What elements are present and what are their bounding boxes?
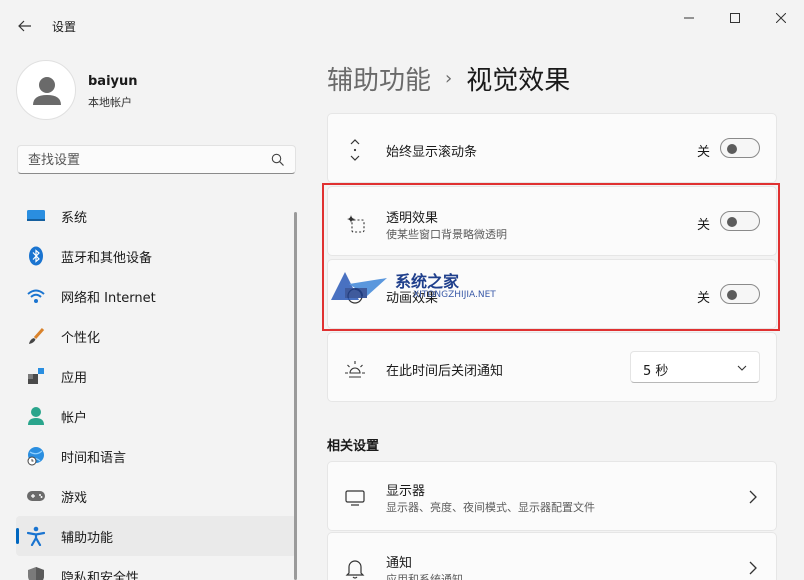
animation-toggle[interactable] xyxy=(720,284,760,304)
person-icon xyxy=(26,406,46,426)
sidebar-item-personalization[interactable]: 个性化 xyxy=(16,316,296,356)
related-item-notifications[interactable]: 通知 应用和系统通知 xyxy=(327,532,777,580)
watermark-url: XITONGZHIJIA.NET xyxy=(413,290,496,300)
setting-title: 透明效果 xyxy=(386,211,439,226)
related-item-display[interactable]: 显示器 显示器、亮度、夜间模式、显示器配置文件 xyxy=(327,461,777,531)
watermark: 系统之家 XITONGZHIJIA.NET xyxy=(327,266,497,306)
sidebar-item-bluetooth[interactable]: 蓝牙和其他设备 xyxy=(16,236,296,276)
sidebar-item-label: 游戏 xyxy=(61,490,88,506)
search-icon[interactable] xyxy=(271,153,285,167)
maximize-button[interactable] xyxy=(712,0,758,36)
sidebar-item-apps[interactable]: 应用 xyxy=(16,356,296,396)
transparency-toggle[interactable] xyxy=(720,211,760,231)
setting-card-scrollbars: 始终显示滚动条 关 xyxy=(327,113,777,183)
minimize-icon xyxy=(684,17,694,19)
breadcrumb: 辅助功能 › 视觉效果 xyxy=(327,60,570,96)
notification-timeout-dropdown[interactable]: 5 秒 xyxy=(630,351,760,383)
account-type: 本地帐户 xyxy=(88,96,132,109)
toggle-knob xyxy=(727,144,737,154)
scrollbar-arrows-icon xyxy=(344,139,366,161)
bell-icon xyxy=(344,558,366,580)
toggle-state-label: 关 xyxy=(696,218,710,233)
related-settings-header: 相关设置 xyxy=(327,439,380,454)
minimize-button[interactable] xyxy=(666,0,712,36)
toggle-state-label: 关 xyxy=(696,145,710,160)
sidebar-item-label: 个性化 xyxy=(61,330,101,346)
sidebar-item-accessibility[interactable]: 辅助功能 xyxy=(16,516,296,556)
bluetooth-icon xyxy=(26,246,46,266)
wifi-icon xyxy=(26,286,46,306)
sidebar-item-privacy[interactable]: 隐私和安全性 xyxy=(16,556,296,580)
window-controls xyxy=(666,0,804,36)
scrollbars-toggle[interactable] xyxy=(720,138,760,158)
sidebar-item-label: 蓝牙和其他设备 xyxy=(61,250,153,266)
sidebar-item-label: 应用 xyxy=(61,370,88,386)
sidebar-item-label: 隐私和安全性 xyxy=(61,570,140,580)
chevron-down-icon xyxy=(737,365,747,371)
watermark-text: 系统之家 xyxy=(395,272,460,291)
dropdown-value: 5 秒 xyxy=(643,364,669,379)
gamepad-icon xyxy=(26,486,46,506)
transparency-sparkle-icon xyxy=(344,212,366,234)
sun-dim-icon xyxy=(344,358,366,380)
sidebar-scrollbar[interactable] xyxy=(294,212,297,580)
toggle-knob xyxy=(727,290,737,300)
monitor-icon xyxy=(344,487,366,509)
chevron-right-icon xyxy=(749,561,757,575)
toggle-knob xyxy=(727,217,737,227)
related-subtitle: 显示器、亮度、夜间模式、显示器配置文件 xyxy=(386,501,595,514)
setting-card-notification-timeout: 在此时间后关闭通知 5 秒 xyxy=(327,332,777,402)
setting-subtitle: 使某些窗口背景略微透明 xyxy=(386,228,507,241)
related-subtitle: 应用和系统通知 xyxy=(386,573,463,580)
sidebar-item-time-language[interactable]: 时间和语言 xyxy=(16,436,296,476)
search-box[interactable] xyxy=(17,145,296,174)
sidebar-nav: 系统 蓝牙和其他设备 网络和 Internet 个性化 应用 帐户 时间和语言 … xyxy=(16,196,296,580)
close-button[interactable] xyxy=(758,0,804,36)
sidebar-item-label: 辅助功能 xyxy=(61,530,114,546)
setting-card-transparency: 透明效果 使某些窗口背景略微透明 关 xyxy=(327,186,777,256)
accessibility-icon xyxy=(26,526,46,546)
maximize-icon xyxy=(730,13,740,23)
brush-icon xyxy=(26,326,46,346)
profile[interactable]: baiyun 本地帐户 xyxy=(16,60,296,120)
sidebar-item-label: 系统 xyxy=(61,210,88,226)
sidebar-item-system[interactable]: 系统 xyxy=(16,196,296,236)
avatar-person-icon xyxy=(33,77,61,105)
sidebar-item-label: 帐户 xyxy=(61,410,88,426)
sidebar-item-label: 时间和语言 xyxy=(61,450,127,466)
setting-title: 始终显示滚动条 xyxy=(386,145,478,160)
title-bar: 设置 xyxy=(0,0,804,52)
toggle-state-label: 关 xyxy=(696,291,710,306)
username: baiyun xyxy=(88,74,138,89)
avatar xyxy=(16,60,76,120)
sidebar-item-accounts[interactable]: 帐户 xyxy=(16,396,296,436)
sidebar-item-label: 网络和 Internet xyxy=(61,290,156,306)
globe-clock-icon xyxy=(26,446,46,466)
app-title: 设置 xyxy=(52,20,77,34)
apps-icon xyxy=(26,366,46,386)
breadcrumb-separator: › xyxy=(445,67,453,89)
system-icon xyxy=(26,206,46,226)
setting-title: 在此时间后关闭通知 xyxy=(386,364,504,379)
breadcrumb-parent[interactable]: 辅助功能 xyxy=(327,60,431,97)
related-title: 显示器 xyxy=(386,484,426,499)
watermark-logo-icon xyxy=(331,272,387,300)
chevron-right-icon xyxy=(749,490,757,504)
back-arrow-icon xyxy=(18,20,31,32)
back-button[interactable] xyxy=(12,13,38,39)
search-input[interactable] xyxy=(28,151,258,169)
sidebar: baiyun 本地帐户 系统 蓝牙和其他设备 网络和 Internet xyxy=(0,52,310,580)
sidebar-item-network[interactable]: 网络和 Internet xyxy=(16,276,296,316)
close-icon xyxy=(776,13,786,23)
shield-icon xyxy=(26,566,46,580)
page-title: 视觉效果 xyxy=(466,65,571,96)
related-title: 通知 xyxy=(386,556,413,571)
sidebar-item-gaming[interactable]: 游戏 xyxy=(16,476,296,516)
